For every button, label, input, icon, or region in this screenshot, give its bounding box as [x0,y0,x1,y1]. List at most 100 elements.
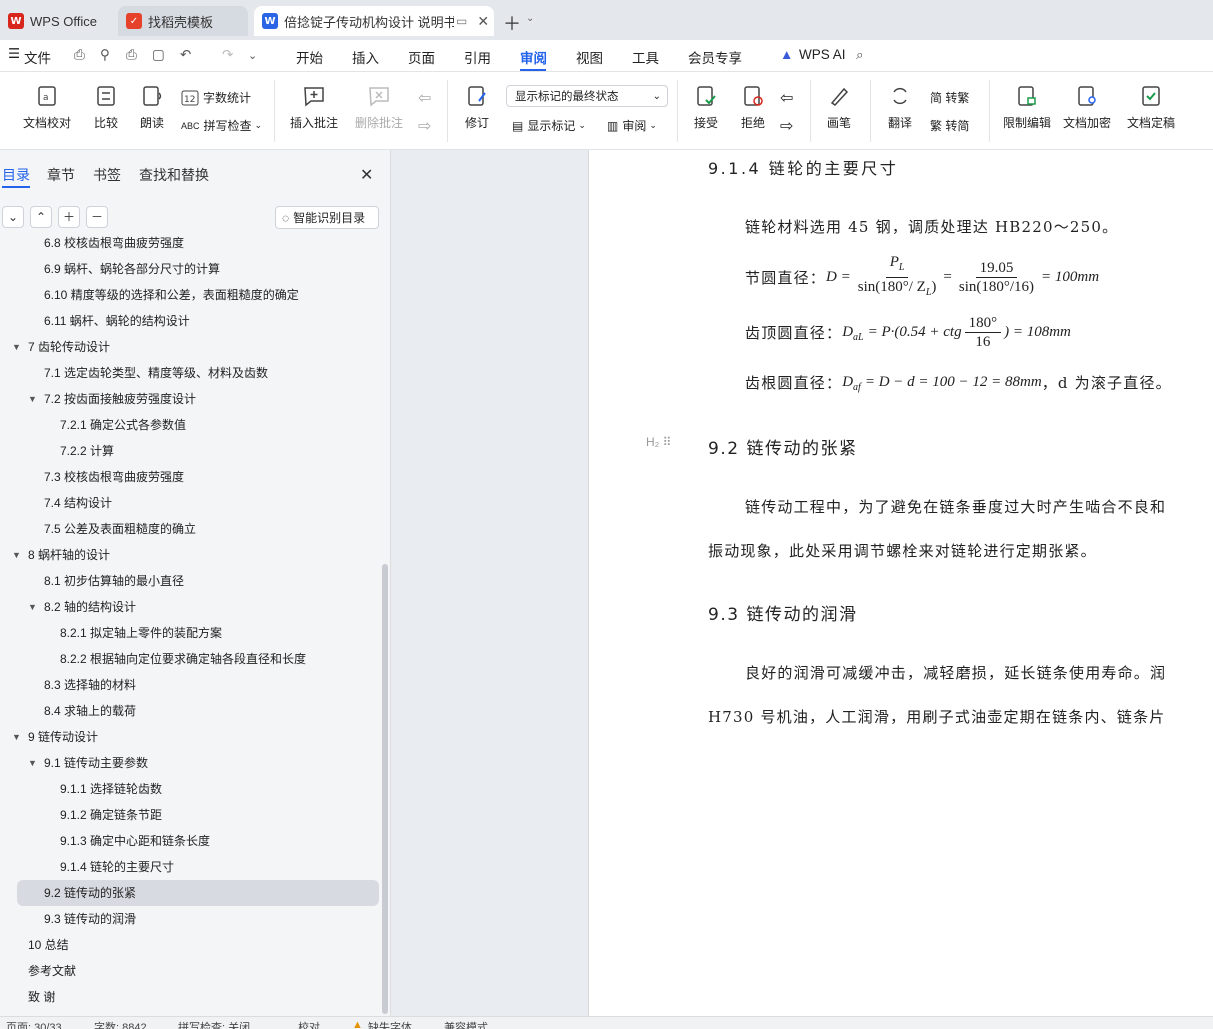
tab-document[interactable]: W 倍捻锭子传动机构设计 说明书 ▭ ✕ [254,6,494,36]
remove-heading-icon[interactable]: － [86,206,108,228]
markup-state-select[interactable]: 显示标记的最终状态 ⌄ [506,85,668,107]
pen-button[interactable]: 画笔 [822,84,856,131]
redo-icon[interactable]: ↷ [222,47,233,63]
heading-level-marker[interactable]: H₂ ⠿ [646,435,671,449]
status-missing-font[interactable]: 缺失字体 [368,1019,412,1029]
read-aloud-button[interactable]: 朗读 [135,84,169,131]
tab-wps-office[interactable]: W WPS Office [0,6,110,36]
restrict-edit-button[interactable]: 限制编辑 [1000,84,1054,131]
toc-item[interactable]: 9.1.4 链轮的主要尺寸 [0,854,380,880]
share-icon[interactable]: ⚲ [100,47,110,63]
smart-toc-button[interactable]: ◌ 智能识别目录 [275,206,379,229]
toc-item[interactable]: 6.8 校核齿根弯曲疲劳强度 [0,236,380,256]
expand-all-icon[interactable]: ⌄ [2,206,24,228]
menu-insert[interactable]: 插入 [352,47,379,67]
prev-change-icon[interactable]: ⇦ [780,88,793,108]
track-changes-button[interactable]: 修订 [458,84,496,131]
toc-item[interactable]: 8.2.2 根据轴向定位要求确定轴各段直径和长度 [0,646,380,672]
toc-item[interactable]: 9.2 链传动的张紧 [17,880,379,906]
toc-item[interactable]: 10 总结 [0,932,380,958]
toc-item[interactable]: ▼ 9.1 链传动主要参数 [0,750,380,776]
accept-button[interactable]: 接受 [687,84,725,131]
close-tab-icon[interactable]: ✕ [477,13,489,30]
toc-item[interactable]: ▼ 8 蜗杆轴的设计 [0,542,380,568]
save-icon[interactable]: ⎙ [74,47,85,63]
toc-item[interactable]: 9.1.2 确定链条节距 [0,802,380,828]
collapse-icon[interactable]: ⌃ [30,206,52,228]
nav-tab-bookmark[interactable]: 书签 [93,165,121,185]
proofread-button[interactable]: a 文档校对 [16,84,78,131]
to-traditional-button[interactable]: 简 转繁 [930,89,969,106]
close-pane-icon[interactable]: ✕ [360,165,373,185]
toc-item[interactable]: 6.11 蜗杆、蜗轮的结构设计 [0,308,380,334]
more-icon[interactable]: ⌄ [248,49,257,62]
tab-template[interactable]: ✓ 找稻壳模板 [118,6,248,36]
expand-caret-icon[interactable]: ▼ [12,724,21,750]
toc-item[interactable]: 9.3 链传动的润滑 [0,906,380,932]
expand-caret-icon[interactable]: ▼ [28,750,37,776]
toc-item[interactable]: 9.1.1 选择链轮齿数 [0,776,380,802]
menu-wps-ai[interactable]: WPS AI [799,47,846,62]
expand-caret-icon[interactable]: ▼ [28,386,37,412]
new-tab-icon[interactable]: ＋ [503,10,521,36]
toc-item[interactable]: 8.1 初步估算轴的最小直径 [0,568,380,594]
toc-item[interactable]: ▼ 8.2 轴的结构设计 [0,594,380,620]
nav-tab-toc[interactable]: 目录 [2,165,30,185]
chevron-down-icon[interactable]: ⌄ [526,13,534,24]
show-markup-button[interactable]: ▤ 显示标记 ⌄ [512,117,586,134]
add-heading-icon[interactable]: ＋ [58,206,80,228]
toc-item[interactable]: 9.1.3 确定中心距和链条长度 [0,828,380,854]
menu-view[interactable]: 视图 [576,47,603,67]
undo-icon[interactable]: ↶ [180,47,191,63]
toc-item[interactable]: 6.9 蜗杆、蜗轮各部分尺寸的计算 [0,256,380,282]
insert-comment-button[interactable]: 插入批注 [287,84,341,131]
menu-reference[interactable]: 引用 [464,47,491,67]
nav-tab-find-replace[interactable]: 查找和替换 [139,165,209,185]
hamburger-icon[interactable]: ☰ [8,46,20,62]
status-page[interactable]: 页面: 30/33 [6,1019,62,1029]
toc-item[interactable]: 8.4 求轴上的载荷 [0,698,380,724]
scrollbar[interactable] [382,564,388,1014]
menu-file[interactable]: 文件 [24,47,51,67]
expand-caret-icon[interactable]: ▼ [28,594,37,620]
toc-item[interactable]: 7.1 选定齿轮类型、精度等级、材料及齿数 [0,360,380,386]
toc-item[interactable]: 8.3 选择轴的材料 [0,672,380,698]
compare-button[interactable]: 比较 [86,84,126,131]
menu-review[interactable]: 审阅 [520,47,547,67]
toc-item[interactable]: 7.4 结构设计 [0,490,380,516]
translate-button[interactable]: 翻译 [880,84,920,131]
menu-page[interactable]: 页面 [408,47,435,67]
toc-item[interactable]: 7.5 公差及表面粗糙度的确立 [0,516,380,542]
expand-caret-icon[interactable]: ▼ [12,542,21,568]
print-icon[interactable]: ⎙ [126,47,137,63]
document-page[interactable]: 9.1.4 链轮的主要尺寸 链轮材料选用 45 钢，调质处理达 HB220～25… [588,150,1213,1016]
spell-check-button[interactable]: ABC 拼写检查 ⌄ [181,117,262,134]
toc-item[interactable]: ▼ 9 链传动设计 [0,724,380,750]
toc-item[interactable]: ▼ 7 齿轮传动设计 [0,334,380,360]
status-proofread[interactable]: 校对 [298,1019,320,1029]
toc-item[interactable]: 参考文献 [0,958,380,984]
menu-tools[interactable]: 工具 [632,47,659,67]
drag-handle-icon[interactable]: ⠿ [663,435,672,449]
finalize-button[interactable]: 文档定稿 [1120,84,1182,131]
word-count-button[interactable]: 12 字数统计 [181,89,251,106]
toc-item[interactable]: 6.10 精度等级的选择和公差，表面粗糙度的确定 [0,282,380,308]
expand-caret-icon[interactable]: ▼ [12,334,21,360]
nav-tab-chapter[interactable]: 章节 [47,165,75,185]
menu-start[interactable]: 开始 [296,47,323,67]
to-simplified-button[interactable]: 繁 转简 [930,117,969,134]
review-pane-button[interactable]: ▥ 审阅 ⌄ [607,117,657,134]
toc-item[interactable]: 7.2.1 确定公式各参数值 [0,412,380,438]
delete-comment-button[interactable]: 删除批注 [349,84,409,131]
preview-icon[interactable]: ▢ [152,47,165,63]
status-spell-check[interactable]: 拼写检查: 关闭 [178,1019,250,1029]
reject-button[interactable]: 拒绝 [734,84,772,131]
toc-item[interactable]: 7.2.2 计算 [0,438,380,464]
next-change-icon[interactable]: ⇨ [780,116,793,136]
toc-item[interactable]: 致 谢 [0,984,380,1010]
menu-member[interactable]: 会员专享 [688,47,742,67]
toc-item[interactable]: ▼ 7.2 按齿面接触疲劳强度设计 [0,386,380,412]
prev-comment-icon[interactable]: ⇦ [418,88,431,108]
status-words[interactable]: 字数: 8842 [94,1019,147,1029]
monitor-icon[interactable]: ▭ [456,14,467,28]
